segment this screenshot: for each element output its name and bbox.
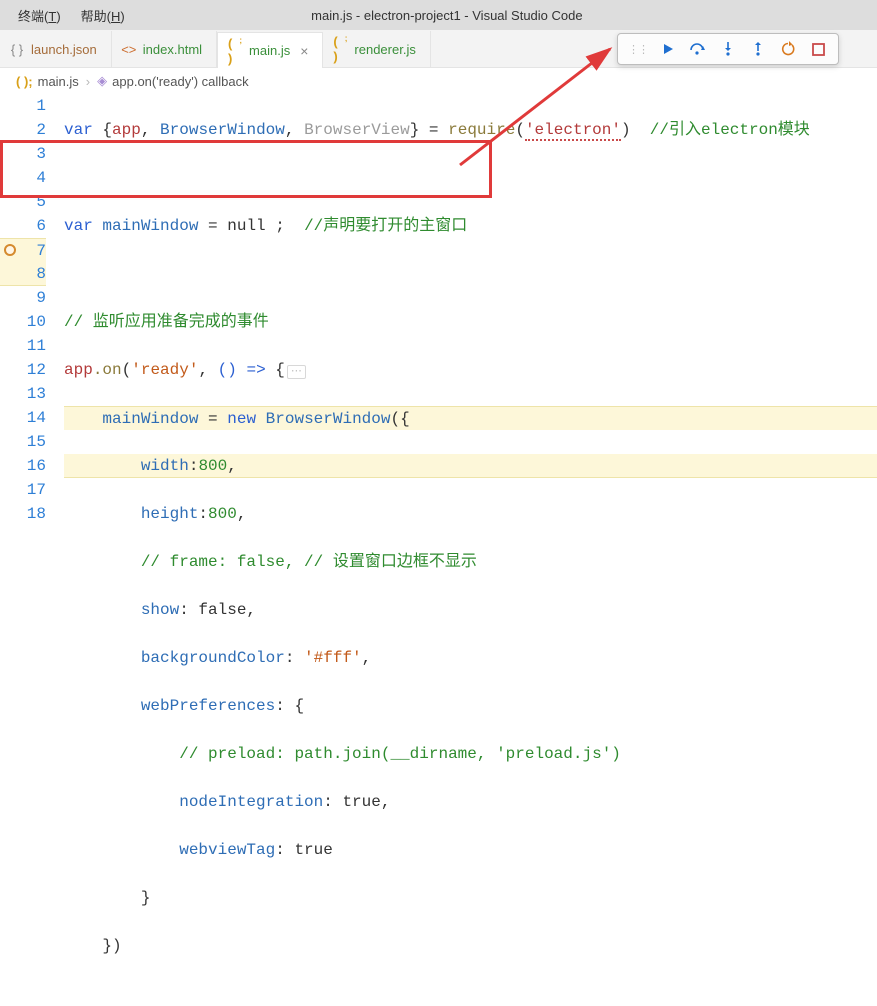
tab-label: index.html bbox=[143, 42, 202, 57]
tab-renderer-js[interactable]: ( ); renderer.js bbox=[323, 31, 430, 67]
line-number: 16 bbox=[0, 454, 46, 478]
js-icon: ( ); bbox=[228, 36, 242, 66]
tab-main-js[interactable]: ( ); main.js × bbox=[217, 32, 323, 68]
code-content[interactable]: var {app, BrowserWindow, BrowserView} = … bbox=[64, 94, 877, 527]
stop-button[interactable] bbox=[804, 37, 832, 61]
play-icon bbox=[661, 42, 675, 56]
code-line: } bbox=[64, 886, 877, 910]
continue-button[interactable] bbox=[654, 37, 682, 61]
line-number: 1 bbox=[0, 94, 46, 118]
restart-icon bbox=[780, 41, 796, 57]
line-number: 14 bbox=[0, 406, 46, 430]
menu-terminal-key: T bbox=[48, 9, 56, 24]
tab-label: renderer.js bbox=[354, 42, 415, 57]
tab-bar: { } launch.json <> index.html ( ); main.… bbox=[0, 30, 877, 68]
braces-icon: { } bbox=[10, 42, 24, 57]
code-line: }) bbox=[64, 934, 877, 958]
line-number: 5 bbox=[0, 190, 46, 214]
menu-help-label: 帮助 bbox=[81, 9, 107, 24]
step-over-icon bbox=[689, 42, 707, 56]
breadcrumb-symbol-label: app.on('ready') callback bbox=[112, 74, 248, 89]
code-line: mainWindow = new BrowserWindow({ bbox=[64, 406, 877, 430]
method-icon: ◈ bbox=[97, 73, 107, 89]
step-into-button[interactable] bbox=[714, 37, 742, 61]
menu-terminal-label: 终端 bbox=[18, 9, 44, 24]
debug-toolbar: ⋮⋮ bbox=[617, 33, 839, 65]
js-icon: ( ); bbox=[333, 34, 347, 64]
line-number: 11 bbox=[0, 334, 46, 358]
code-line: app.on('ready', () => {⋯ bbox=[64, 358, 877, 382]
code-line: nodeIntegration: true, bbox=[64, 790, 877, 814]
code-editor[interactable]: 1 2 3 4 5 6 7 8 9 10 11 12 13 14 15 16 1… bbox=[0, 94, 877, 527]
code-line: show: false, bbox=[64, 598, 877, 622]
code-line: width:800, bbox=[64, 454, 877, 478]
menu-help-key: H bbox=[111, 9, 120, 24]
code-line: webviewTag: true bbox=[64, 838, 877, 862]
close-icon[interactable]: × bbox=[300, 44, 308, 58]
tab-label: launch.json bbox=[31, 42, 97, 57]
fold-indicator-icon: ⋯ bbox=[287, 365, 306, 379]
code-line: // frame: false, // 设置窗口边框不显示 bbox=[64, 550, 877, 574]
code-line: var mainWindow = null ; //声明要打开的主窗口 bbox=[64, 214, 877, 238]
breakpoint-icon[interactable] bbox=[4, 244, 16, 256]
drag-handle-icon[interactable]: ⋮⋮ bbox=[624, 37, 652, 61]
breadcrumb-symbol[interactable]: ◈ app.on('ready') callback bbox=[97, 73, 248, 89]
line-number: 13 bbox=[0, 382, 46, 406]
restart-button[interactable] bbox=[774, 37, 802, 61]
breadcrumb: ( ); main.js › ◈ app.on('ready') callbac… bbox=[0, 68, 877, 94]
js-icon: ( ); bbox=[16, 74, 33, 89]
line-number-gutter: 1 2 3 4 5 6 7 8 9 10 11 12 13 14 15 16 1… bbox=[0, 94, 64, 527]
line-number: 10 bbox=[0, 310, 46, 334]
code-line: webPreferences: { bbox=[64, 694, 877, 718]
tab-label: main.js bbox=[249, 43, 290, 58]
html-icon: <> bbox=[122, 42, 136, 57]
line-number: 3 bbox=[0, 142, 46, 166]
chevron-right-icon: › bbox=[86, 74, 90, 89]
line-number: 17 bbox=[0, 478, 46, 502]
line-number: 9 bbox=[0, 286, 46, 310]
line-number: 6 bbox=[0, 214, 46, 238]
tab-index-html[interactable]: <> index.html bbox=[112, 31, 217, 67]
breadcrumb-file[interactable]: ( ); main.js bbox=[16, 74, 79, 89]
line-number: 15 bbox=[0, 430, 46, 454]
code-line: // 监听应用准备完成的事件 bbox=[64, 310, 877, 334]
line-number: 12 bbox=[0, 358, 46, 382]
code-line: // preload: path.join(__dirname, 'preloa… bbox=[64, 742, 877, 766]
menu-terminal[interactable]: 终端(T) bbox=[8, 2, 71, 29]
breadcrumb-file-label: main.js bbox=[38, 74, 79, 89]
code-line: var {app, BrowserWindow, BrowserView} = … bbox=[64, 118, 877, 142]
code-line: backgroundColor: '#fff', bbox=[64, 646, 877, 670]
line-number: 8 bbox=[0, 262, 46, 286]
code-line bbox=[64, 166, 877, 190]
step-out-button[interactable] bbox=[744, 37, 772, 61]
step-out-icon bbox=[751, 41, 765, 57]
line-number: 2 bbox=[0, 118, 46, 142]
stop-icon bbox=[812, 43, 825, 56]
step-into-icon bbox=[721, 41, 735, 57]
menu-help[interactable]: 帮助(H) bbox=[71, 2, 135, 29]
code-line: height:800, bbox=[64, 502, 877, 526]
step-over-button[interactable] bbox=[684, 37, 712, 61]
line-number: 18 bbox=[0, 502, 46, 526]
line-number: 4 bbox=[0, 166, 46, 190]
titlebar: 终端(T) 帮助(H) main.js - electron-project1 … bbox=[0, 0, 877, 30]
tab-launch-json[interactable]: { } launch.json bbox=[0, 31, 112, 67]
window-title: main.js - electron-project1 - Visual Stu… bbox=[135, 8, 869, 23]
code-line bbox=[64, 262, 877, 286]
